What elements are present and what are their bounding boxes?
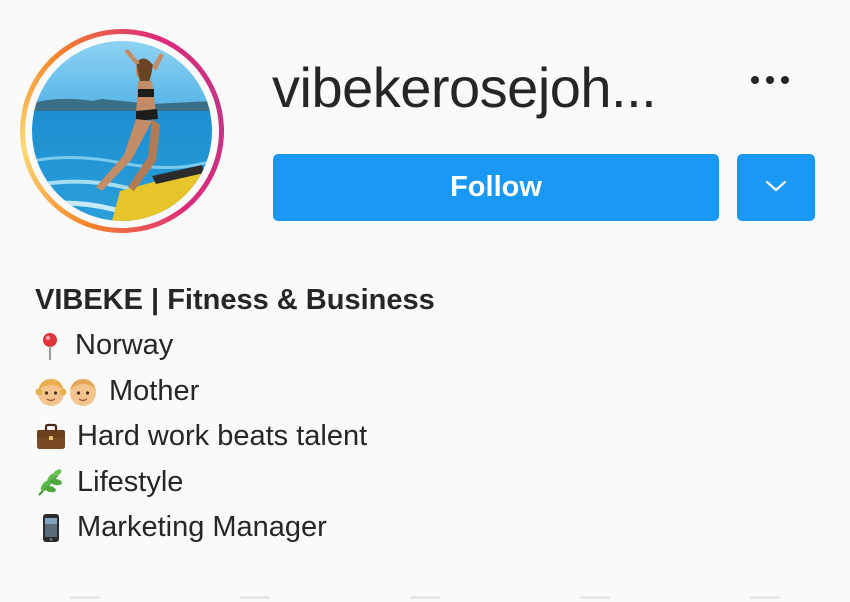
username: vibekerosejoh... [272, 56, 657, 119]
bio-line-location: Norway [35, 323, 435, 368]
herb-icon [35, 467, 67, 497]
bio-line-text: Marketing Manager [77, 511, 327, 544]
avatar-gap [25, 34, 219, 228]
dot [766, 76, 774, 84]
pin-icon [35, 331, 65, 361]
bio-full-name: VIBEKE | Fitness & Business [35, 284, 435, 316]
next-section-divider [0, 596, 850, 602]
children-icon [35, 376, 99, 408]
bio-line-text: Norway [75, 329, 174, 362]
bio: VIBEKE | Fitness & Business Norway Mothe… [35, 278, 435, 550]
avatar[interactable] [20, 29, 224, 233]
divider-segment [580, 596, 610, 599]
briefcase-icon [35, 422, 67, 452]
divider-segment [70, 596, 100, 599]
dot [781, 76, 789, 84]
divider-segment [410, 596, 440, 599]
suggested-dropdown-button[interactable] [737, 154, 815, 221]
chevron-down-icon [765, 179, 787, 197]
bio-line-job: Marketing Manager [35, 505, 435, 550]
bio-line-text: Mother [109, 374, 200, 407]
more-options-icon[interactable] [740, 60, 800, 100]
profile-photo [32, 41, 212, 221]
follow-button[interactable]: Follow [273, 154, 719, 221]
bio-line-text: Hard work beats talent [77, 420, 368, 453]
divider-segment [240, 596, 270, 599]
bio-line-text: Lifestyle [77, 465, 184, 498]
bio-line-lifestyle: Lifestyle [35, 460, 435, 505]
phone-icon [35, 513, 67, 543]
bio-line-motto: Hard work beats talent [35, 414, 435, 459]
bio-line-mother: Mother [35, 369, 435, 414]
dot [751, 76, 759, 84]
divider-segment [750, 596, 780, 599]
